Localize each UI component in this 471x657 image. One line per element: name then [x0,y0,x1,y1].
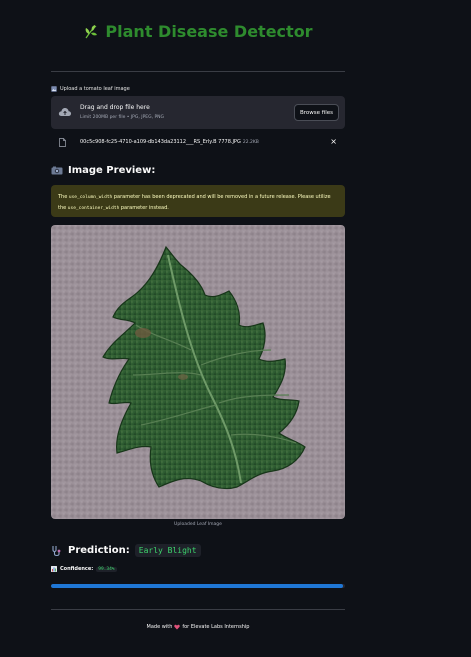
code-use-container-width: use_container_width [67,206,120,211]
browse-files-button[interactable]: Browse files [294,104,339,121]
bottom-divider [51,609,345,610]
file-name: 00c5c908-fc25-4710-a109-db143da23112___R… [80,139,259,145]
confidence-row: Confidence: 99.34% [51,566,117,572]
code-use-column-width: use_column_width [68,195,113,200]
remove-file-button[interactable]: × [330,138,337,146]
confidence-value: 99.34% [96,566,117,572]
footer: Made with for Elevate Labs Internship [146,624,250,630]
page-title: Plant Disease Detector [51,22,345,41]
file-icon [59,138,66,147]
dropzone-title: Drag and drop file here [80,104,150,111]
cloud-upload-icon [58,107,72,116]
file-size: 22.2KB [242,140,259,145]
prediction-value: Early Blight [134,544,201,557]
image-caption: Uploaded Leaf Image [174,522,222,527]
image-icon [51,86,57,92]
confidence-label: Confidence: [60,566,94,572]
confidence-progress-fill [51,584,344,588]
image-preview-heading: Image Preview: [51,165,155,176]
dropzone-subtitle: Limit 200MB per file • JPG, JPEG, PNG [80,115,165,120]
camera-icon [51,166,63,175]
confidence-progress-bar [51,584,345,588]
herb-icon [85,24,98,38]
uploaded-file-row: 00c5c908-fc25-4710-a109-db143da23112___R… [51,137,345,149]
file-dropzone[interactable]: Drag and drop file here Limit 200MB per … [51,96,345,129]
uploaded-leaf-image [51,225,345,519]
bar-chart-icon [51,566,57,572]
page-title-text: Plant Disease Detector [105,22,313,41]
heart-icon [174,624,181,630]
stethoscope-icon [52,545,61,556]
uploader-label: Upload a tomato leaf image [51,86,130,92]
deprecation-warning: The use_column_width parameter has been … [51,185,345,217]
top-divider [51,71,345,72]
prediction-heading: Prediction: Early Blight [51,544,201,557]
